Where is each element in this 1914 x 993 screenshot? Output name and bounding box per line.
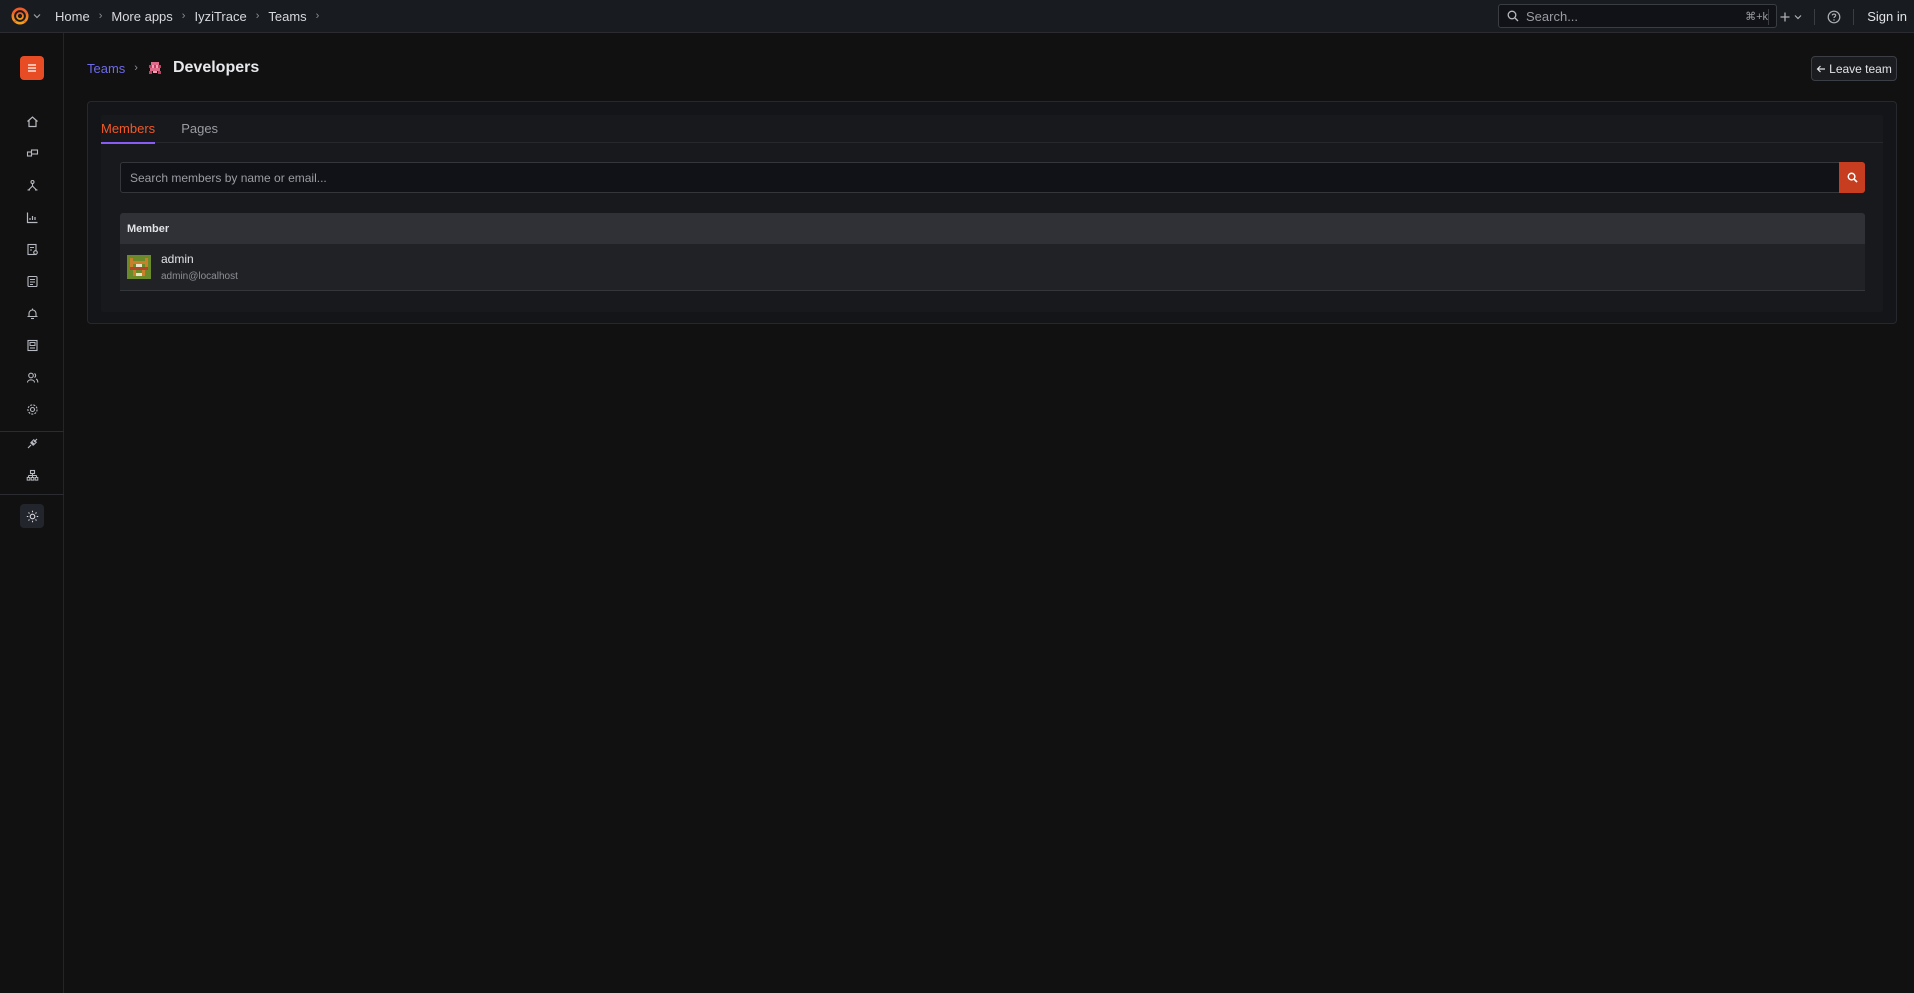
sidebar [0, 33, 64, 993]
alerting-icon[interactable] [22, 303, 42, 323]
member-email: admin@localhost [161, 271, 238, 282]
sign-in-link[interactable]: Sign in [1867, 9, 1907, 24]
team-card: Members Pages Member [87, 101, 1897, 324]
team-panel: Members Pages Member [101, 115, 1883, 312]
sidebar-divider [0, 494, 64, 495]
menu-toggle-button[interactable] [20, 56, 44, 80]
divider [1853, 8, 1855, 25]
breadcrumb-separator: › [181, 10, 186, 22]
chevron-down-icon [33, 14, 41, 19]
search-shortcut-hint: ⌘+k [1745, 10, 1768, 23]
breadcrumb: Home › More apps › IyziTrace › Teams › [55, 9, 328, 24]
home-logo-button[interactable] [10, 6, 41, 26]
ledger-icon[interactable] [22, 335, 42, 355]
documents-icon[interactable] [22, 271, 42, 291]
home-icon[interactable] [22, 111, 42, 131]
column-header-member: Member [127, 222, 170, 235]
connections-icon[interactable] [22, 433, 42, 453]
breadcrumb-teams[interactable]: Teams [268, 9, 306, 24]
explore-icon[interactable] [22, 175, 42, 195]
member-search-button[interactable] [1839, 162, 1865, 193]
page-header: Teams › Developers [87, 56, 259, 80]
member-search-input[interactable] [121, 163, 1839, 192]
hamburger-icon [28, 64, 36, 72]
breadcrumb-iyzitrace[interactable]: IyziTrace [194, 9, 246, 24]
divider [1768, 8, 1770, 25]
user-avatar [127, 255, 151, 279]
grafana-logo-icon [11, 7, 29, 25]
reports-icon[interactable] [22, 239, 42, 259]
global-search-input[interactable]: Search... ⌘+k [1498, 4, 1777, 28]
help-button[interactable] [1827, 10, 1841, 24]
table-row[interactable]: admin admin@localhost [120, 244, 1865, 291]
table-header: Member [120, 213, 1865, 244]
divider [1814, 8, 1816, 25]
page-title: Developers [172, 59, 260, 76]
search-icon [1847, 172, 1858, 183]
breadcrumb-home[interactable]: Home [55, 9, 90, 24]
dashboards-icon[interactable] [22, 143, 42, 163]
new-menu-button[interactable] [1779, 11, 1802, 23]
members-table: Member admin admin@localhost [120, 213, 1865, 291]
breadcrumb-separator: › [255, 10, 260, 22]
top-bar: Home › More apps › IyziTrace › Teams › S… [0, 0, 1914, 33]
search-placeholder: Search... [1526, 8, 1579, 24]
tab-bar: Members Pages [101, 115, 1883, 144]
sun-icon [26, 510, 38, 522]
users-icon[interactable] [22, 367, 42, 387]
breadcrumb-separator: › [98, 10, 103, 22]
teams-link[interactable]: Teams [87, 61, 125, 76]
breadcrumb-separator: › [315, 10, 320, 22]
member-name: admin [161, 252, 194, 266]
member-info: admin admin@localhost [161, 252, 238, 282]
breadcrumb-separator: › [134, 62, 138, 74]
theme-toggle-button[interactable] [20, 504, 44, 528]
leave-team-button[interactable]: Leave team [1811, 56, 1897, 81]
settings-icon[interactable] [22, 399, 42, 419]
search-icon [1507, 10, 1519, 22]
chevron-down-icon [1794, 14, 1802, 19]
topbar-actions: Sign in [1768, 0, 1914, 33]
metrics-icon[interactable] [22, 207, 42, 227]
help-icon [1827, 10, 1841, 23]
leave-team-label: Leave team [1829, 61, 1892, 76]
team-avatar-icon [148, 62, 161, 74]
tab-members[interactable]: Members [101, 115, 156, 144]
plus-icon [1780, 12, 1790, 21]
sidebar-divider [0, 431, 64, 432]
member-search [120, 162, 1865, 193]
org-chart-icon[interactable] [22, 465, 42, 485]
breadcrumb-more-apps[interactable]: More apps [111, 9, 172, 24]
arrow-left-icon [1816, 65, 1826, 72]
tab-pages[interactable]: Pages [181, 115, 218, 143]
